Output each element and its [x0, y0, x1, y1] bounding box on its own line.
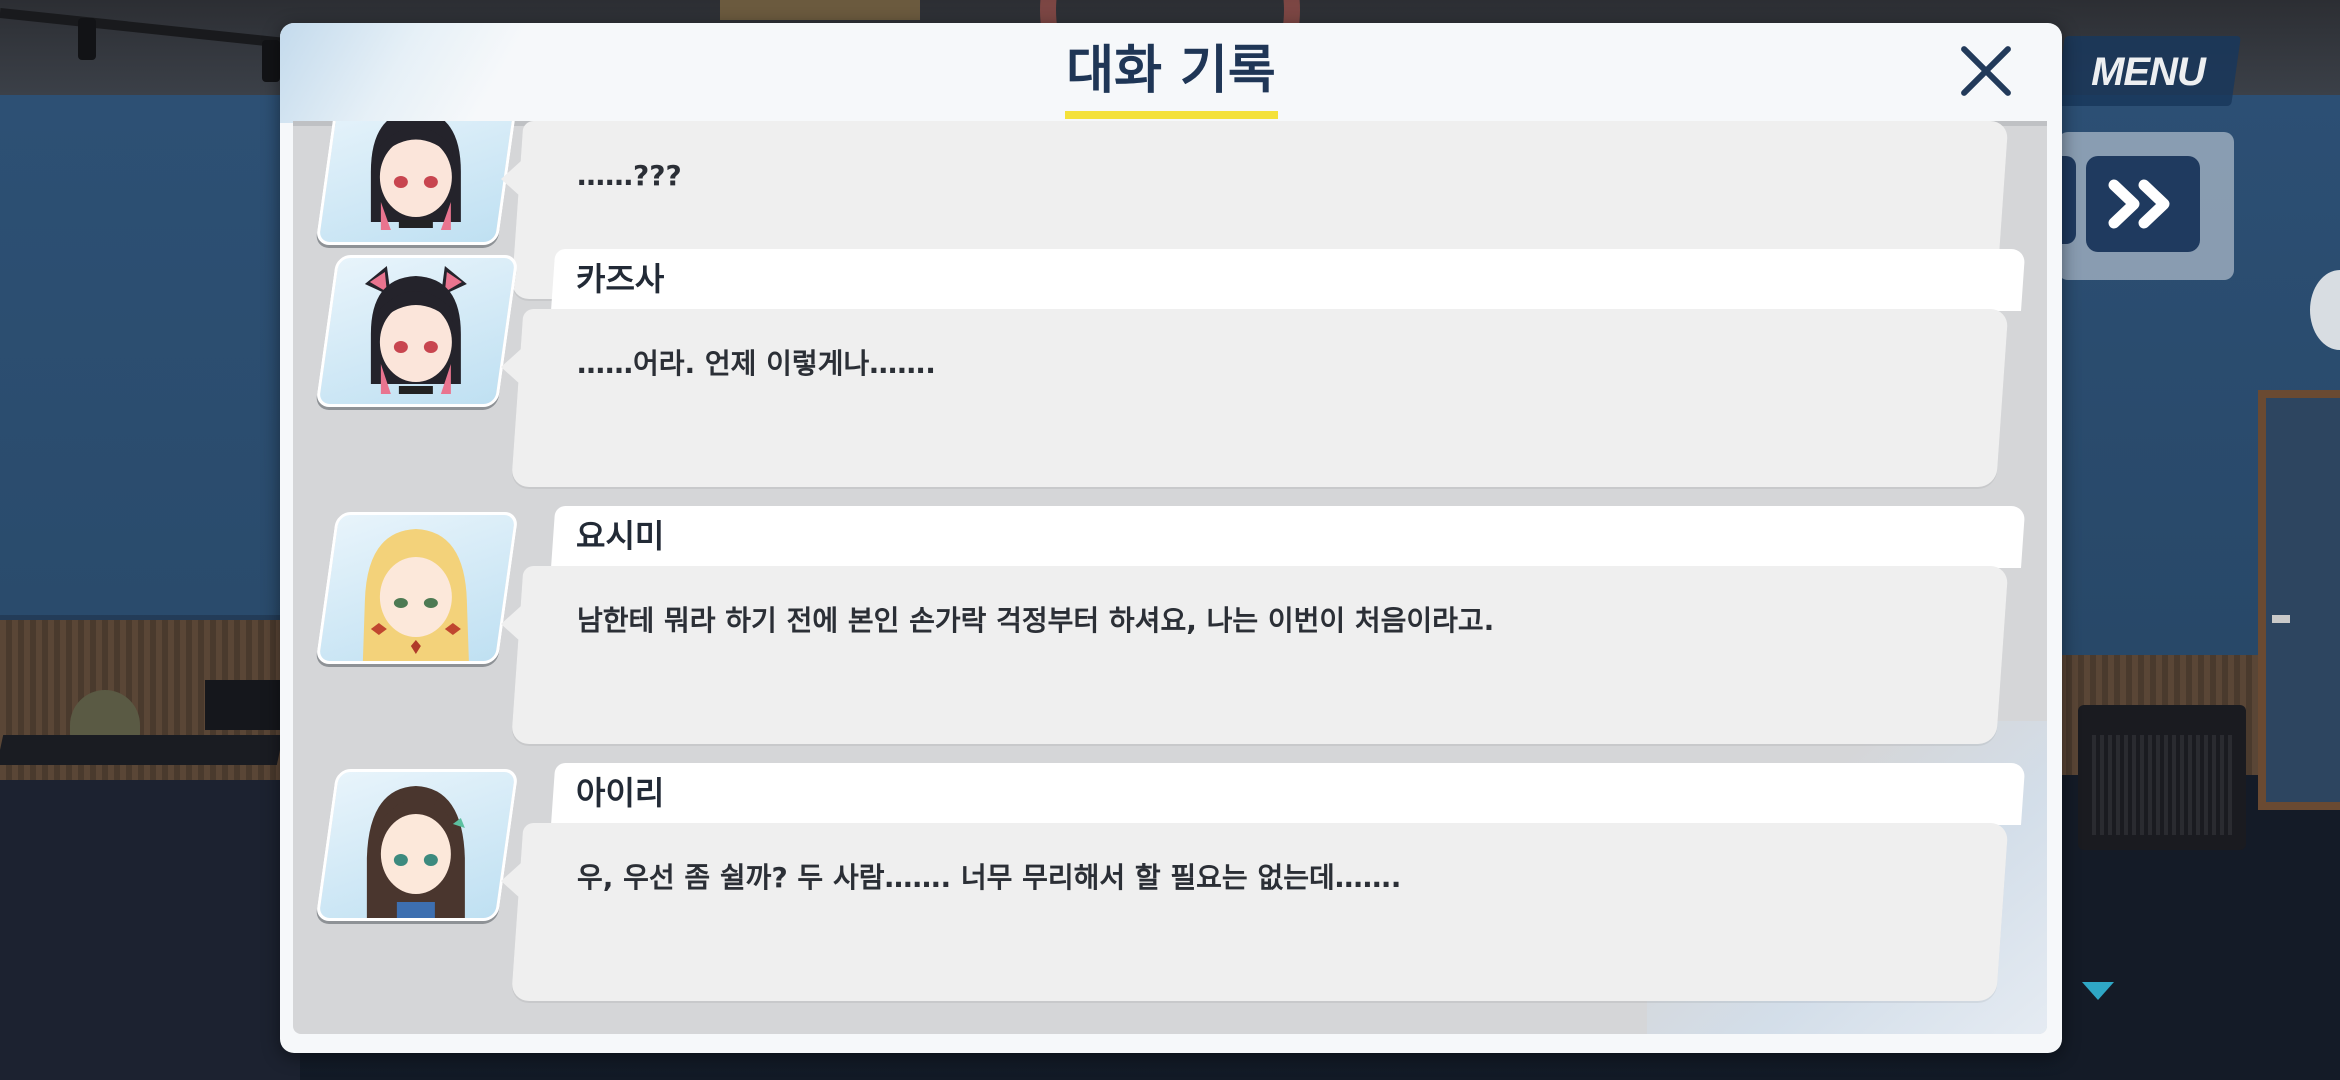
character-portrait: [315, 121, 519, 245]
dialogue-text: ……어라. 언제 이렇게나…….: [577, 347, 936, 380]
airi-portrait: [366, 786, 465, 918]
character-portrait: [315, 255, 519, 407]
title-underline: [1065, 111, 1278, 119]
keyboard-instrument: [0, 735, 284, 765]
speaker-name: 아이리: [576, 774, 665, 812]
speaker-name: 카즈사: [576, 260, 665, 298]
dialogue-text: 남한테 뭐라 하기 전에 본인 손가락 걱정부터 하셔요, 나는 이번이 처음이…: [577, 604, 1495, 637]
character-portrait: [315, 512, 519, 664]
amplifier-grill: [2092, 735, 2232, 835]
floor-left: [0, 780, 300, 1080]
list-item: 요시미 남한테 뭐라 하기 전에 본인 손가락 걱정부터 하셔요, 나는 이번이…: [293, 506, 2047, 764]
yoshimi-portrait: [362, 529, 469, 661]
ceiling-light: [78, 18, 96, 60]
speech-tail: [501, 161, 521, 197]
fast-forward-icon: [2108, 179, 2170, 229]
speaker-name: 요시미: [576, 517, 665, 555]
speech-bubble: [511, 566, 2009, 744]
log-header: 대화 기록: [280, 23, 2062, 121]
door-handle: [2272, 615, 2290, 623]
name-bar: [551, 763, 2026, 825]
dialogue-text: 우, 우선 좀 쉴까? 두 사람……. 너무 무리해서 할 필요는 없는데…….: [577, 861, 1402, 894]
wall-left: [0, 95, 290, 615]
ceiling-light: [262, 40, 280, 82]
list-item: 아이리 우, 우선 좀 쉴까? 두 사람……. 너무 무리해서 할 필요는 없는…: [293, 763, 2047, 1021]
speech-tail: [501, 349, 521, 385]
dialogue-text: ……???: [577, 159, 682, 192]
speech-bubble: [511, 309, 2009, 487]
character-portrait: [315, 769, 519, 921]
log-list[interactable]: ……??? 카즈사 ……어라. 언제 이렇게나……. 요시미 남한테 뭐라 하기…: [293, 121, 2047, 1034]
speech-tail: [501, 863, 521, 899]
name-bar: [551, 506, 2026, 568]
page-title: 대화 기록: [1066, 41, 1276, 101]
speech-tail: [501, 606, 521, 642]
list-item: 카즈사 ……어라. 언제 이렇게나…….: [293, 249, 2047, 507]
door: [2258, 390, 2340, 810]
caret-down-icon[interactable]: [2082, 982, 2114, 1000]
kazusa-portrait: [364, 266, 467, 394]
speech-bubble: [511, 823, 2009, 1001]
close-button[interactable]: [1956, 41, 2016, 101]
menu-button[interactable]: MENU: [2068, 42, 2228, 102]
skip-button[interactable]: [2086, 156, 2200, 252]
ceiling-panel: [720, 0, 920, 20]
kazusa-portrait: [370, 121, 461, 230]
dialogue-log-window: 대화 기록 ……??? 카즈사 ……어라. 언제 이렇게나……. 요시미 남한테…: [280, 23, 2062, 1053]
name-bar: [551, 249, 2026, 311]
